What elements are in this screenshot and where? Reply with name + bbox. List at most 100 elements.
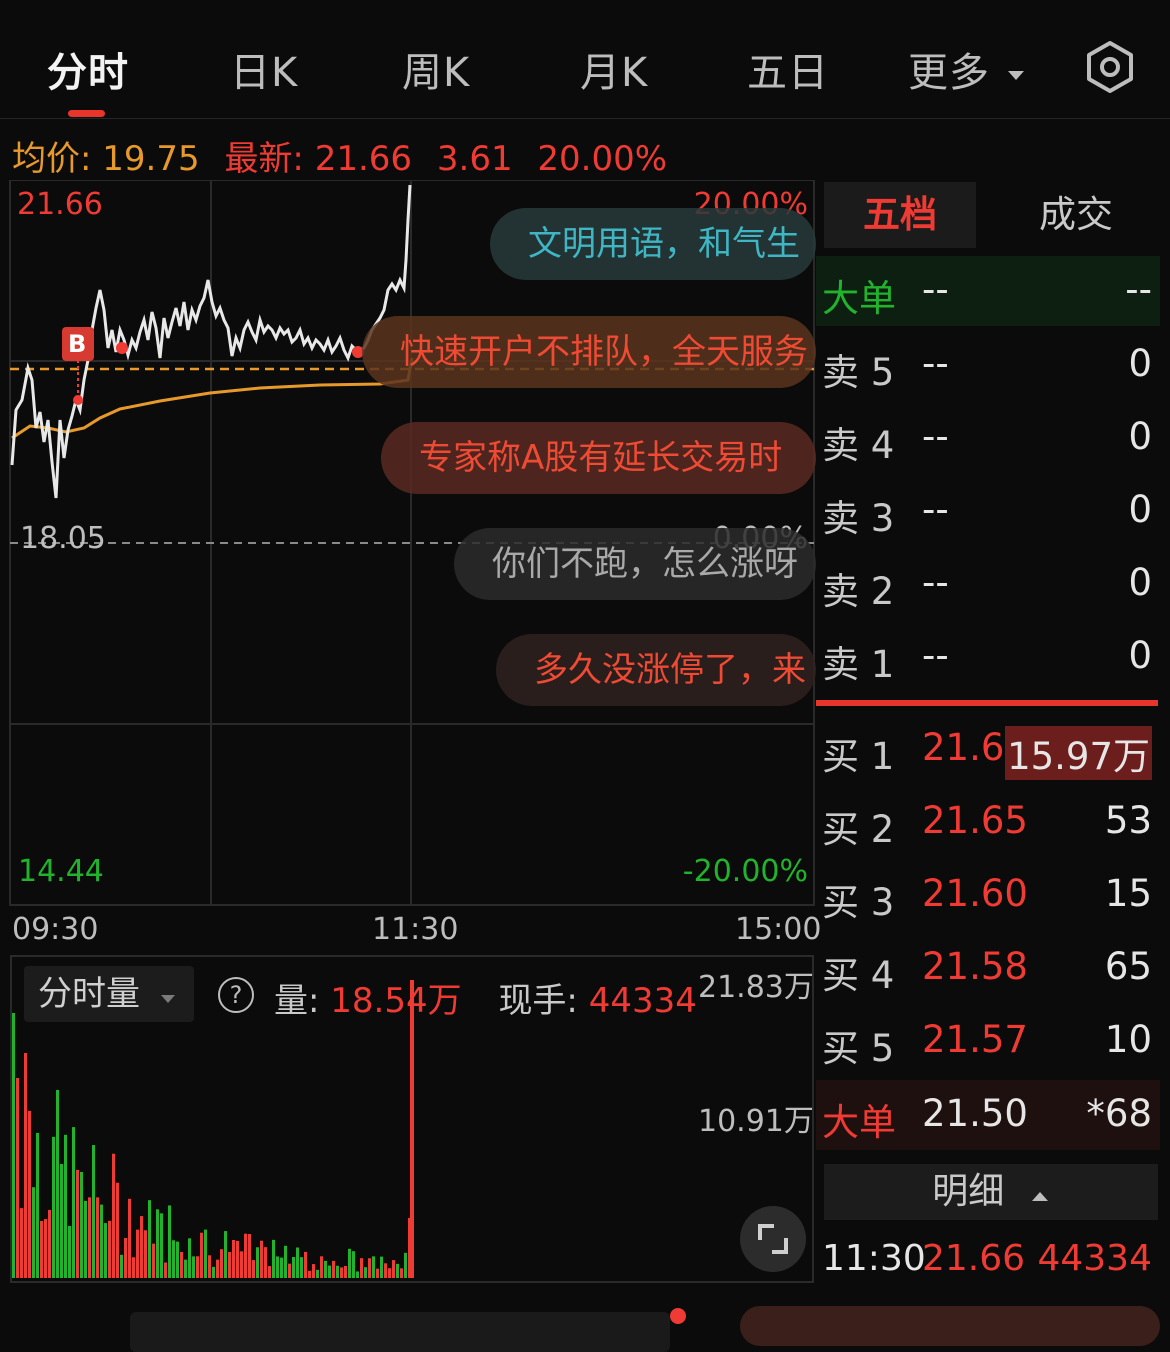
big-order-top: 大单 -- -- bbox=[816, 256, 1160, 326]
price-change-pct: 20.00% bbox=[537, 139, 668, 179]
ask-row-1[interactable]: 卖 1 -- 0 bbox=[816, 622, 1160, 692]
volume-bar bbox=[248, 1234, 251, 1278]
volume-bar bbox=[32, 1187, 35, 1278]
bid-row-3[interactable]: 买 3 21.60 15 bbox=[816, 860, 1160, 930]
active-tab-indicator bbox=[68, 110, 105, 117]
bottom-action-button[interactable] bbox=[740, 1306, 1160, 1346]
tab-more-label: 更多 bbox=[908, 50, 990, 96]
comment-bubble-3[interactable]: 专家称A股有延长交易时 bbox=[381, 422, 816, 494]
volume-bar bbox=[308, 1270, 311, 1278]
bid-vol: 65 bbox=[1104, 945, 1152, 988]
caret-down-icon bbox=[1007, 71, 1024, 80]
big-order-bottom: 大单 21.50 *68 bbox=[816, 1080, 1160, 1150]
volume-bar bbox=[16, 1078, 19, 1278]
volume-bar bbox=[116, 1182, 119, 1278]
price-low-label: 14.44 bbox=[18, 854, 104, 889]
tab-five-day[interactable]: 五日 bbox=[747, 40, 829, 98]
tab-monthly-k[interactable]: 月K bbox=[580, 40, 648, 98]
volume-bar bbox=[196, 1256, 199, 1278]
volume-bar bbox=[144, 1230, 147, 1278]
ask-row-3[interactable]: 卖 3 -- 0 bbox=[816, 476, 1160, 546]
book-tab-trades[interactable]: 成交 bbox=[992, 182, 1160, 248]
tab-more[interactable]: 更多 bbox=[908, 40, 1026, 98]
bid-price: 21.60 bbox=[922, 872, 1028, 915]
ask-price: -- bbox=[922, 561, 949, 604]
volume-bar bbox=[392, 1260, 395, 1278]
volume-bar bbox=[68, 1225, 71, 1278]
volume-bar bbox=[316, 1269, 319, 1278]
volume-bar bbox=[272, 1239, 275, 1278]
pct-low-label: -20.00% bbox=[682, 854, 808, 889]
notification-dot bbox=[670, 1308, 686, 1324]
bid-row-2[interactable]: 买 2 21.65 53 bbox=[816, 787, 1160, 857]
volume-bar bbox=[44, 1219, 47, 1278]
volume-bar bbox=[348, 1248, 351, 1278]
trade-price: 21.66 bbox=[922, 1238, 1026, 1279]
comment-bubble-4[interactable]: 你们不跑，怎么涨呀 bbox=[454, 528, 816, 600]
volume-bar bbox=[124, 1237, 127, 1278]
latest-trade-row[interactable]: 11:30 21.66 44334 bbox=[816, 1226, 1160, 1296]
volume-bar bbox=[320, 1256, 323, 1278]
limit-up-divider bbox=[816, 700, 1158, 706]
volume-bar bbox=[208, 1255, 211, 1278]
volume-bar bbox=[188, 1238, 191, 1278]
current-hand-value: 44334 bbox=[588, 981, 697, 1021]
volume-bar bbox=[336, 1265, 339, 1278]
period-tab-bar: 分时 日K 周K 月K 五日 更多 bbox=[0, 0, 1170, 118]
volume-bar bbox=[40, 1220, 43, 1278]
tab-intraday[interactable]: 分时 bbox=[47, 40, 129, 98]
tab-weekly-k[interactable]: 周K bbox=[402, 40, 470, 98]
comment-bubble-2[interactable]: 快速开户不排队，全天服务 bbox=[362, 316, 816, 388]
bid-row-4[interactable]: 买 4 21.58 65 bbox=[816, 933, 1160, 1003]
ask-row-4[interactable]: 卖 4 -- 0 bbox=[816, 403, 1160, 473]
volume-bar bbox=[64, 1134, 67, 1278]
bid-vol: 53 bbox=[1104, 799, 1152, 842]
big-order-vol: -- bbox=[1125, 268, 1152, 311]
tab-daily-k[interactable]: 日K bbox=[230, 40, 298, 98]
settings-gear-icon[interactable] bbox=[1083, 40, 1137, 94]
bid-price: 21.58 bbox=[922, 945, 1028, 988]
volume-bar bbox=[352, 1251, 355, 1278]
fullscreen-button[interactable] bbox=[740, 1206, 806, 1272]
volume-bar bbox=[236, 1240, 239, 1278]
volume-bar bbox=[344, 1265, 347, 1278]
bid-vol: 15.97万 bbox=[1005, 726, 1152, 780]
price-high-label: 21.66 bbox=[17, 187, 103, 222]
ask-label: 卖 1 bbox=[822, 643, 895, 686]
trade-time: 11:30 bbox=[822, 1238, 926, 1279]
bottom-input-area[interactable] bbox=[130, 1312, 670, 1352]
divider bbox=[0, 118, 1170, 119]
ask-label: 卖 3 bbox=[822, 497, 895, 540]
volume-bar bbox=[268, 1266, 271, 1278]
volume-bar bbox=[176, 1241, 179, 1278]
book-tab-five-levels[interactable]: 五档 bbox=[824, 182, 976, 248]
ask-row-5[interactable]: 卖 5 -- 0 bbox=[816, 330, 1160, 400]
bid-row-1[interactable]: 买 1 21.66 15.97万 bbox=[816, 714, 1160, 784]
buy-marker-label: B bbox=[68, 330, 87, 358]
comment-bubble-5[interactable]: 多久没涨停了，来 bbox=[496, 634, 816, 706]
volume-bar bbox=[340, 1267, 343, 1278]
time-mid-label: 11:30 bbox=[372, 912, 459, 947]
volume-bar bbox=[212, 1266, 215, 1278]
volume-bar bbox=[224, 1231, 227, 1278]
big-order-price: 21.50 bbox=[922, 1092, 1028, 1135]
big-order-label: 大单 bbox=[822, 1101, 896, 1144]
ask-row-2[interactable]: 卖 2 -- 0 bbox=[816, 549, 1160, 619]
volume-bar bbox=[244, 1233, 247, 1278]
bid-label: 买 3 bbox=[822, 881, 895, 924]
volume-bar bbox=[232, 1239, 235, 1278]
volume-bar bbox=[128, 1198, 131, 1278]
avg-price: 均价: 19.75 bbox=[12, 139, 200, 179]
detail-toggle[interactable]: 明细 bbox=[824, 1164, 1158, 1220]
volume-bar bbox=[48, 1209, 51, 1278]
volume-bar bbox=[88, 1197, 91, 1278]
ask-vol: 0 bbox=[1128, 561, 1152, 604]
volume-bar bbox=[80, 1171, 83, 1278]
ask-vol: 0 bbox=[1128, 415, 1152, 458]
volume-bar bbox=[140, 1216, 143, 1278]
volume-bar bbox=[252, 1260, 255, 1278]
bid-row-5[interactable]: 买 5 21.57 10 bbox=[816, 1006, 1160, 1076]
comment-bubble-1[interactable]: 文明用语，和气生 bbox=[490, 208, 816, 280]
volume-bar bbox=[388, 1268, 391, 1278]
bid-vol: 15 bbox=[1104, 872, 1152, 915]
